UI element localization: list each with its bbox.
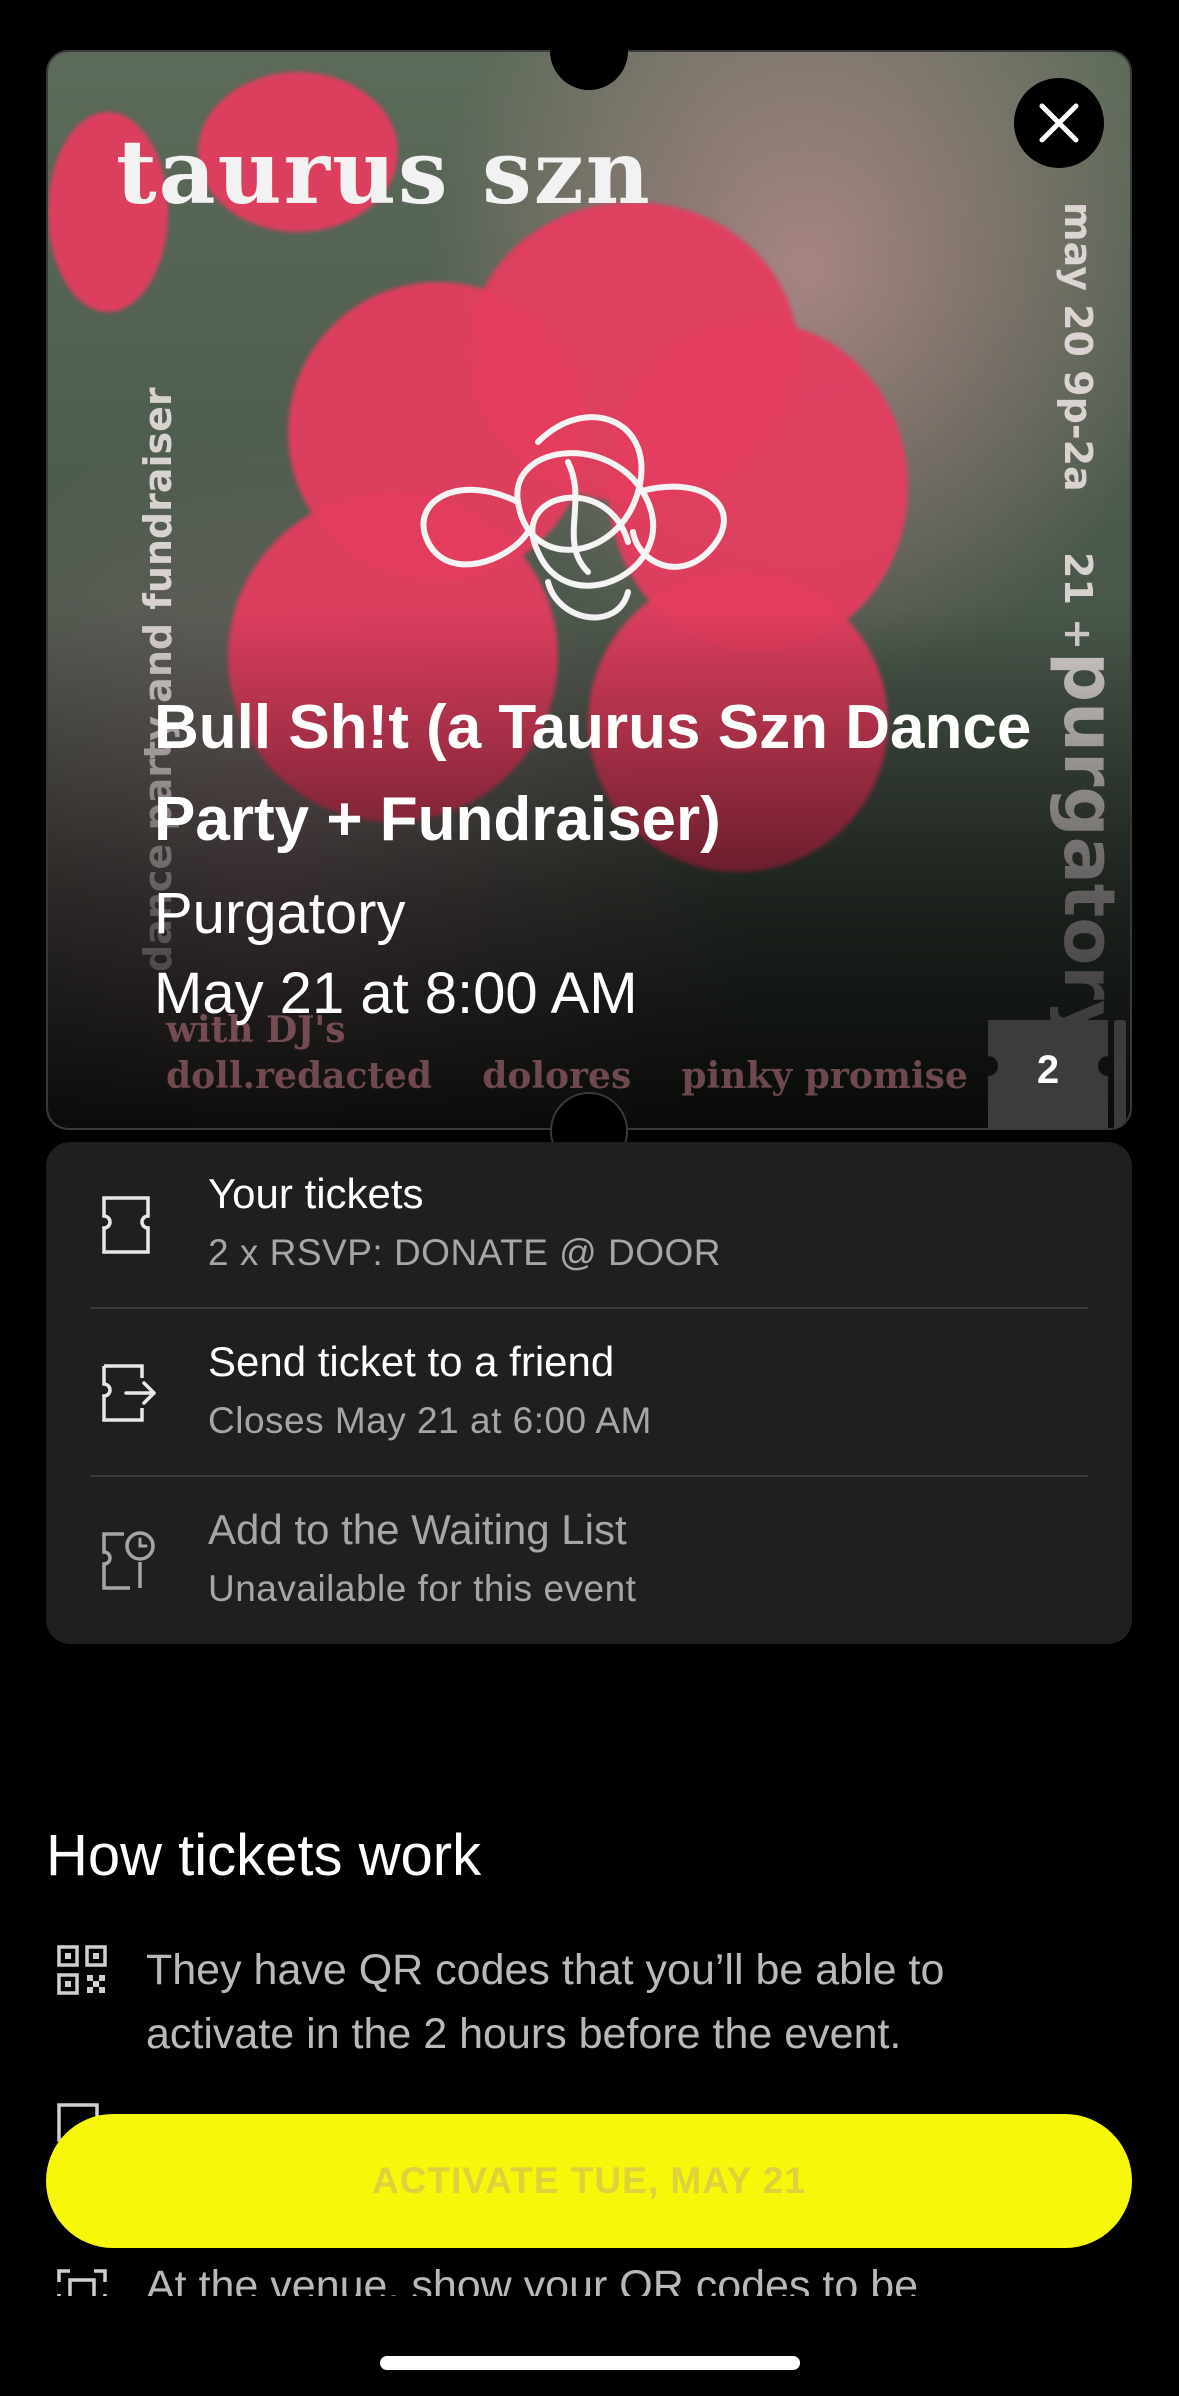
- close-icon: [1039, 103, 1079, 143]
- ticket-notch-top: [550, 12, 628, 90]
- how-item-qr: They have QR codes that you’ll be able t…: [146, 1946, 945, 2058]
- home-indicator: [380, 2356, 800, 2370]
- divider: [90, 1475, 1088, 1477]
- waiting-list-row[interactable]: Add to the Waiting List Unavailable for …: [46, 1478, 1132, 1646]
- send-ticket-row[interactable]: Send ticket to a friend Closes May 21 at…: [46, 1310, 1132, 1478]
- poster-wordmark: taurus szn: [116, 120, 652, 224]
- ticket-count-badge: 2: [988, 1020, 1128, 1128]
- waitlist-clock-icon: [102, 1531, 155, 1590]
- row-title: Send ticket to a friend: [208, 1338, 615, 1385]
- your-tickets-row[interactable]: Your tickets 2 x RSVP: DONATE @ DOOR: [46, 1142, 1132, 1310]
- bottom-mask: [0, 2296, 1179, 2396]
- send-ticket-icon: [102, 1364, 156, 1422]
- row-subtitle: 2 x RSVP: DONATE @ DOOR: [208, 1232, 722, 1273]
- ticket-count: 2: [1036, 1048, 1060, 1092]
- event-date: May 21 at 8:00 AM: [154, 961, 638, 1026]
- divider: [90, 1307, 1088, 1309]
- activate-button[interactable]: ACTIVATE TUE, MAY 21: [46, 2114, 1132, 2248]
- tickets-card: Your tickets 2 x RSVP: DONATE @ DOOR Sen…: [46, 1142, 1132, 1644]
- qr-code-icon: [57, 1945, 107, 1995]
- event-title: Bull Sh!t (a Taurus Szn Dance Party + Fu…: [154, 693, 1032, 854]
- how-tickets-work-title: How tickets work: [46, 1823, 482, 1888]
- row-title: Your tickets: [208, 1170, 424, 1217]
- poster-date-text: may 20 9p-2a: [1056, 202, 1100, 492]
- row-subtitle: Closes May 21 at 6:00 AM: [208, 1400, 652, 1441]
- close-button[interactable]: [1014, 78, 1104, 168]
- row-title: Add to the Waiting List: [208, 1506, 627, 1553]
- row-subtitle: Unavailable for this event: [208, 1568, 637, 1609]
- event-poster: taurus szn dance party and fundraiser ma…: [46, 50, 1132, 1130]
- event-venue: Purgatory: [154, 881, 406, 946]
- ticket-icon: [102, 1196, 150, 1254]
